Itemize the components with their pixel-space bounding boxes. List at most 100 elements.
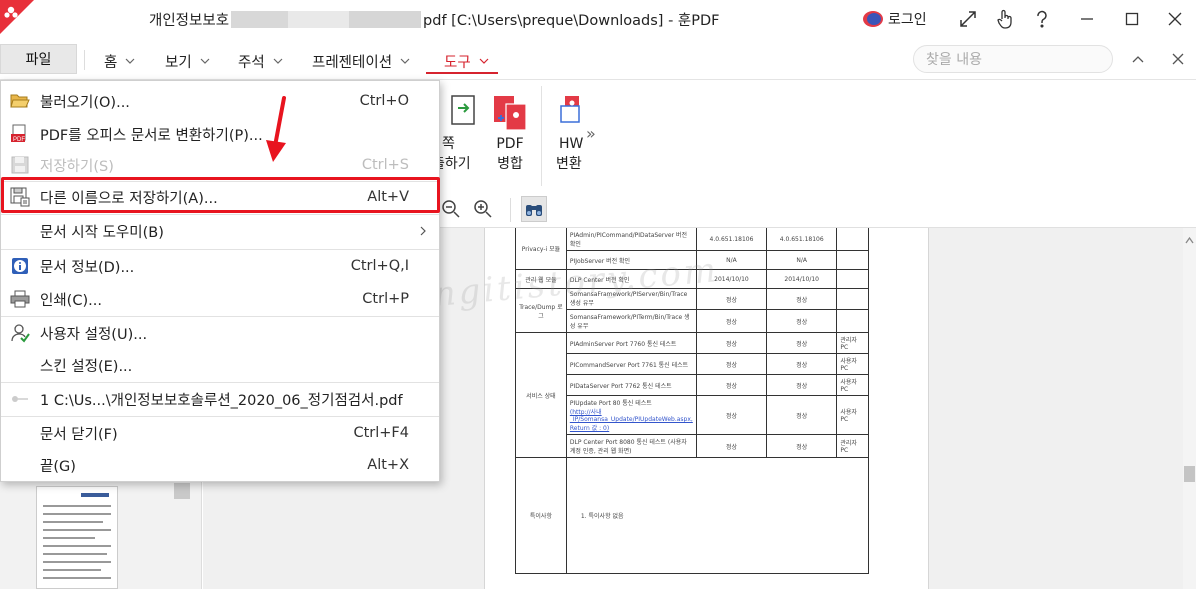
table-cell: 1. 특이사항 없음 [565,457,870,574]
table-cell: PIAdmin/PICommand/PIDataServer 버전 확인 [565,228,697,251]
menu-label: 문서 닫기(F) [40,426,118,443]
find-binoculars-icon[interactable] [521,196,547,222]
table-cell [836,309,869,333]
window-title-prefix: 개인정보보호 [149,13,230,29]
hwp-convert-button[interactable]: HW 변환 [553,90,587,174]
menu-item-open[interactable]: 불러오기(O)... Ctrl+O [1,85,439,117]
redacted-region [231,11,422,28]
page-thumbnail[interactable] [36,486,118,589]
shortcut-key: Ctrl+F4 [353,425,409,441]
table-cell: 정상 [695,332,768,354]
table-cell: DLP Center Port 8080 통신 테스트 (사용자 계정 인증, … [565,434,697,458]
tab-annotation[interactable]: 주석 [238,49,283,73]
user-settings-icon [10,323,30,343]
ribbon-tabs: 파일 홈 보기 주석 프레젠테이션 도구 찾을 내용 [0,38,1196,80]
scrollbar-thumb[interactable] [1184,466,1195,482]
search-input[interactable]: 찾을 내용 [913,45,1113,73]
close-tab-icon[interactable] [1168,49,1188,69]
table-cell: 정상 [766,395,838,435]
menu-label: 문서 정보(D)... [40,259,135,276]
thumbnail-scrollbar[interactable] [174,483,190,499]
collapse-ribbon-icon[interactable] [1128,49,1148,69]
close-icon[interactable] [1162,6,1188,32]
table-cell: 서비스 상태 [515,332,567,458]
shortcut-key: Ctrl+Q,I [350,258,409,274]
table-row: SomansaFramework/PITerm/Bin/Trace 생성 유무 … [516,309,869,333]
window-title: 개인정보보호 pdf [C:\Users\preque\Downloads] - … [149,9,720,30]
menu-label: 불러오기(O)... [40,94,130,111]
table-cell: 4.0.651.18106 [695,228,768,251]
hwp-convert-label-2: 변환 [556,156,582,172]
menu-item-doc-info[interactable]: 문서 정보(D)... Ctrl+Q,I [1,250,439,282]
file-menu: 불러오기(O)... Ctrl+O PDF PDF를 오피스 문서로 변환하기(… [0,80,440,482]
pdf-merge-icon [490,90,530,132]
pin-icon [10,389,30,409]
table-row: PICommandServer Port 7761 통신 테스트 정상 정상 사… [516,353,869,375]
tab-presentation[interactable]: 프레젠테이션 [312,49,410,73]
menu-item-skin-settings[interactable]: 스킨 설정(E)... [1,349,439,381]
login-label: 로그인 [888,12,927,28]
maximize-icon[interactable] [1119,6,1145,32]
menu-item-convert-office[interactable]: PDF PDF를 오피스 문서로 변환하기(P)... [1,118,439,150]
menu-label: 사용자 설정(U)... [40,326,148,343]
hwp-convert-icon [555,90,585,132]
document-scrollbar[interactable] [1183,228,1196,589]
table-cell [836,288,869,310]
tab-tools-label: 도구 [444,54,471,71]
menu-label: 스킨 설정(E)... [40,358,133,375]
divider [84,50,85,70]
login-button[interactable]: 로그인 [862,8,927,30]
touch-mode-icon[interactable] [992,6,1018,32]
tab-presentation-label: 프레젠테이션 [312,54,393,71]
menu-item-print[interactable]: 인쇄(C)... Ctrl+P [1,283,439,315]
zoom-in-icon[interactable] [472,198,494,220]
minimize-icon[interactable] [1074,6,1100,32]
shortcut-key: Ctrl+S [361,157,409,173]
scroll-up-icon[interactable] [1185,236,1194,245]
table-cell: PIDataServer Port 7762 통신 테스트 [565,374,697,396]
zoom-out-icon[interactable] [440,198,462,220]
menu-label: 인쇄(C)... [40,292,102,309]
ribbon-more-icon[interactable]: » [586,124,596,143]
table-cell [836,269,869,289]
active-tab-indicator [426,72,498,74]
table-cell: 정상 [766,434,838,458]
menu-item-close-doc[interactable]: 문서 닫기(F) Ctrl+F4 [1,417,439,449]
chevron-down-icon [479,58,489,64]
table-cell: 4.0.651.18106 [766,228,838,251]
table-row: 서비스 상태 PIAdminServer Port 7760 통신 테스트 정상… [515,332,869,458]
app-logo-icon[interactable] [0,0,40,38]
pdf-merge-button[interactable]: PDF 병합 [487,90,533,174]
help-icon[interactable] [1029,6,1055,32]
fullscreen-icon[interactable] [955,6,981,32]
table-cell: 특이사항 [515,457,567,574]
table-cell: 정상 [695,434,768,458]
menu-label: 저장하기(S) [40,158,114,175]
shortcut-key: Alt+X [367,457,409,473]
tab-home[interactable]: 홈 [104,49,135,73]
table-cell: 정상 [695,395,768,435]
table-cell: SomansaFramework/PITerm/Bin/Trace 생성 유무 [565,309,697,333]
avatar-icon [863,11,883,27]
chevron-down-icon [273,58,283,64]
cell-text: PIUpdate Port 80 통신 테스트 [569,400,652,407]
svg-text:PDF: PDF [13,137,25,143]
table-cell: 정상 [766,353,838,375]
table-cell: 정상 [766,374,838,396]
folder-open-icon [10,91,30,111]
menu-item-start-helper[interactable]: 문서 시작 도우미(B) [1,215,439,247]
print-icon [10,289,30,309]
table-cell: 2014/10/10 [766,269,838,289]
table-cell [836,228,869,251]
menu-item-user-settings[interactable]: 사용자 설정(U)... [1,317,439,349]
menu-item-recent-file[interactable]: 1 C:\Us...\개인정보보호솔루션_2020_06_정기점검서.pdf [1,383,439,415]
menu-item-exit[interactable]: 끝(G) Alt+X [1,449,439,481]
tab-file[interactable]: 파일 [0,44,77,74]
table-row: PIDataServer Port 7762 통신 테스트 정상 정상 사용자 … [516,374,869,396]
table-cell: 정상 [766,288,838,310]
pdf-convert-icon: PDF [10,124,30,144]
doc-link[interactable]: (http://사내_IP/Somansa_Update/PIUpdateWeb… [570,409,693,432]
tab-view[interactable]: 보기 [165,49,210,73]
tab-tools[interactable]: 도구 [444,49,489,73]
table-row: 특이사항 1. 특이사항 없음 [515,457,870,574]
